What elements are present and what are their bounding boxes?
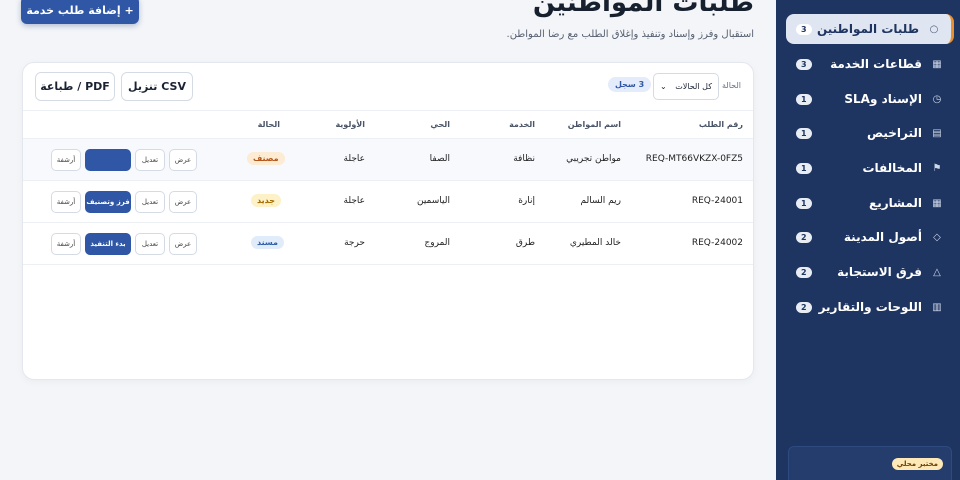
sidebar-item-label: الإسناد وSLA — [844, 92, 922, 106]
district: الصفا — [429, 154, 450, 164]
status-filter-label: الحالة — [722, 81, 741, 90]
view-button[interactable]: عرض — [169, 149, 197, 171]
column-header-status: الحالة — [257, 120, 280, 129]
projects-icon: ▦ — [932, 197, 942, 209]
sidebar-item-count: 1 — [796, 162, 812, 174]
edit-button[interactable]: تعديل — [135, 191, 165, 213]
record-count-badge: 3 سجل — [608, 77, 652, 92]
sidebar-item-label: التراخيص — [866, 126, 922, 140]
status-filter-value: كل الحالات — [675, 82, 712, 91]
flag-icon: ⚑ — [932, 162, 942, 174]
license-icon: ▤ — [932, 127, 942, 139]
sidebar-item-label: قطاعات الخدمة — [830, 57, 922, 71]
service-type: طرق — [515, 238, 535, 248]
citizen-name: ريم السالم — [580, 196, 621, 206]
sidebar: ○ طلبات المواطنين 3 ▦ قطاعات الخدمة 3 ◷ … — [776, 0, 960, 480]
archive-button[interactable]: أرشفة — [51, 149, 81, 171]
column-header-district: الحي — [430, 120, 450, 129]
column-header-request-id: رقم الطلب — [698, 120, 743, 129]
district: المروج — [424, 238, 450, 248]
sidebar-item-label: أصول المدينة — [843, 230, 922, 244]
grid-icon: ▦ — [932, 58, 942, 70]
archive-button[interactable]: أرشفة — [51, 191, 81, 213]
view-button[interactable]: عرض — [169, 233, 197, 255]
citizen-name: خالد المطيري — [569, 238, 621, 248]
priority: عاجلة — [343, 154, 365, 164]
sidebar-item-label: طلبات المواطنين — [816, 22, 919, 36]
print-pdf-button[interactable]: طباعة / PDF — [35, 72, 115, 101]
requests-card: طباعة / PDF تنزيل CSV الحالة كل الحالات … — [22, 62, 754, 380]
sidebar-item-count: 1 — [796, 197, 812, 209]
sidebar-item-violations[interactable]: ⚑ المخالفات 1 — [786, 153, 954, 183]
column-header-priority: الأولوية — [335, 120, 365, 129]
page-title: طلبات المواطنين — [532, 0, 754, 18]
sidebar-item-service-sectors[interactable]: ▦ قطاعات الخدمة 3 — [786, 49, 954, 79]
citizen-name: مواطن تجريبي — [566, 154, 621, 164]
sidebar-item-citizen-requests[interactable]: ○ طلبات المواطنين 3 — [786, 14, 954, 44]
sidebar-item-label: المخالفات — [862, 161, 922, 175]
request-id: REQ-MT66VKZX-0FZ5 — [645, 154, 743, 164]
sidebar-item-city-assets[interactable]: ◇ أصول المدينة 2 — [786, 222, 954, 252]
status-badge: جديد — [251, 194, 282, 207]
sidebar-item-count: 1 — [796, 127, 812, 139]
local-lab-badge: مختبر محلي — [891, 458, 943, 470]
request-id: REQ-24002 — [691, 238, 743, 248]
archive-button[interactable]: أرشفة — [51, 233, 81, 255]
sidebar-item-count: 2 — [796, 301, 812, 313]
sidebar-item-count: 2 — [796, 231, 812, 243]
triangle-icon: △ — [933, 266, 941, 278]
classify-button[interactable]: فرز وتصنيف — [85, 191, 131, 213]
column-header-citizen: اسم المواطن — [567, 120, 621, 129]
add-service-request-button[interactable]: + إضافة طلب خدمة — [21, 0, 139, 24]
sidebar-item-label: المشاريع — [869, 196, 922, 210]
status-badge: مصنف — [247, 152, 285, 165]
sidebar-item-count: 2 — [796, 266, 812, 278]
local-lab-card: مختبر محلي — [788, 446, 952, 480]
service-type: إنارة — [518, 196, 535, 206]
page-subtitle: استقبال وفرز وإسناد وتنفيذ وإغلاق الطلب … — [506, 29, 754, 40]
start-execution-button[interactable]: بدء التنفيذ — [85, 233, 131, 255]
table-row: REQ-24001 ريم السالم إنارة الياسمين عاجل… — [23, 181, 753, 223]
workflow-action-button[interactable] — [85, 149, 131, 171]
view-button[interactable]: عرض — [169, 191, 197, 213]
table-row: REQ-24002 خالد المطيري طرق المروج حرجة م… — [23, 223, 753, 265]
clock-icon: ◷ — [932, 93, 942, 105]
sidebar-item-count: 3 — [796, 58, 812, 70]
chevron-down-icon: ⌄ — [660, 82, 667, 91]
status-badge: مسند — [251, 236, 284, 249]
dashboard-icon: ▥ — [932, 301, 942, 313]
district: الياسمين — [416, 196, 450, 206]
sidebar-item-label: فرق الاستجابة — [837, 265, 922, 279]
table-header: رقم الطلب اسم المواطن الخدمة الحي الأولو… — [23, 110, 753, 139]
sidebar-item-response-teams[interactable]: △ فرق الاستجابة 2 — [786, 257, 954, 287]
sidebar-item-count: 3 — [796, 23, 812, 35]
sidebar-item-licenses[interactable]: ▤ التراخيص 1 — [786, 118, 954, 148]
request-id: REQ-24001 — [691, 196, 743, 206]
edit-button[interactable]: تعديل — [135, 149, 165, 171]
priority: عاجلة — [343, 196, 365, 206]
sidebar-item-label: اللوحات والتقارير — [818, 300, 922, 314]
sidebar-item-count: 1 — [796, 93, 812, 105]
column-header-service: الخدمة — [509, 120, 535, 129]
priority: حرجة — [344, 238, 365, 248]
sidebar-item-assignment-sla[interactable]: ◷ الإسناد وSLA 1 — [786, 84, 954, 114]
status-filter-select[interactable]: كل الحالات ⌄ — [653, 73, 719, 100]
sidebar-item-dashboards-reports[interactable]: ▥ اللوحات والتقارير 2 — [786, 292, 954, 322]
circle-icon: ○ — [929, 23, 939, 35]
sidebar-item-projects[interactable]: ▦ المشاريع 1 — [786, 188, 954, 218]
service-type: نظافة — [513, 154, 535, 164]
diamond-icon: ◇ — [933, 231, 941, 243]
edit-button[interactable]: تعديل — [135, 233, 165, 255]
table-row: REQ-MT66VKZX-0FZ5 مواطن تجريبي نظافة الص… — [23, 139, 753, 181]
download-csv-button[interactable]: تنزيل CSV — [121, 72, 193, 101]
